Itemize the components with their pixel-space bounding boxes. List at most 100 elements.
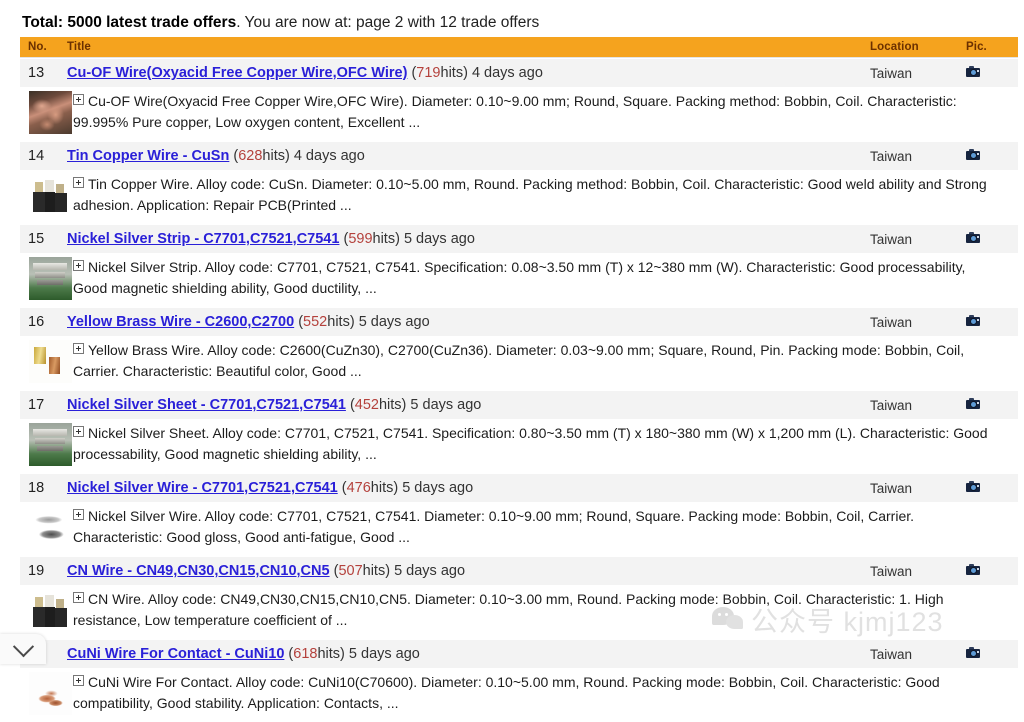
offer-hits-count: 552 bbox=[303, 314, 328, 330]
offer-location: Taiwan bbox=[870, 148, 913, 164]
offer-description: Nickel Silver Wire. Alloy code: C7701, C… bbox=[73, 508, 915, 545]
offer-hits-label: hits) bbox=[372, 231, 400, 247]
offer-hits-label: hits) bbox=[262, 148, 290, 164]
offer-age: 5 days ago bbox=[410, 397, 482, 413]
offer-pic-cell[interactable] bbox=[966, 396, 1018, 414]
offer-description: CN Wire. Alloy code: CN49,CN30,CN15,CN10… bbox=[73, 591, 944, 628]
offer-thumbnail-cell[interactable] bbox=[20, 506, 73, 549]
offer-head: 19 CN Wire - CN49,CN30,CN15,CN10,CN5 (50… bbox=[20, 556, 1018, 585]
table-row: 16 Yellow Brass Wire - C2600,C2700 (552h… bbox=[20, 307, 1018, 390]
column-header-pic[interactable]: Pic. bbox=[966, 41, 1018, 53]
offer-location: Taiwan bbox=[870, 480, 913, 496]
offer-title-link[interactable]: Nickel Silver Strip - C7701,C7521,C7541 bbox=[67, 231, 339, 247]
table-row: 17 Nickel Silver Sheet - C7701,C7521,C75… bbox=[20, 390, 1018, 473]
offer-thumbnail-cell[interactable] bbox=[20, 340, 73, 383]
offer-pic-cell[interactable] bbox=[966, 64, 1018, 82]
offer-description: Cu-OF Wire(Oxyacid Free Copper Wire,OFC … bbox=[73, 93, 957, 130]
offer-age: 5 days ago bbox=[394, 563, 466, 579]
offer-head: 20 CuNi Wire For Contact - CuNi10 (618hi… bbox=[20, 639, 1018, 668]
camera-icon[interactable] bbox=[966, 564, 980, 575]
thumbnail-cuni-wire-for-contact[interactable] bbox=[29, 672, 72, 715]
offer-body: Nickel Silver Strip. Alloy code: C7701, … bbox=[20, 253, 1018, 307]
camera-icon[interactable] bbox=[966, 481, 980, 492]
expand-plus-icon[interactable] bbox=[73, 343, 84, 354]
camera-icon[interactable] bbox=[966, 232, 980, 243]
scroll-down-button[interactable] bbox=[0, 634, 46, 664]
offer-title-link[interactable]: CN Wire - CN49,CN30,CN15,CN10,CN5 bbox=[67, 563, 330, 579]
offer-pic-cell[interactable] bbox=[966, 230, 1018, 248]
summary-total: Total: 5000 latest trade offers bbox=[22, 14, 237, 31]
expand-plus-icon[interactable] bbox=[73, 592, 84, 603]
offer-description: Nickel Silver Sheet. Alloy code: C7701, … bbox=[73, 425, 988, 462]
offer-description: Nickel Silver Strip. Alloy code: C7701, … bbox=[73, 259, 966, 296]
offer-description-cell: Yellow Brass Wire. Alloy code: C2600(CuZ… bbox=[73, 340, 1018, 382]
offer-pic-cell[interactable] bbox=[966, 562, 1018, 580]
offer-title-cell: CuNi Wire For Contact - CuNi10 (618hits)… bbox=[65, 646, 870, 662]
thumbnail-nickel-silver-sheet[interactable] bbox=[29, 423, 72, 466]
thumbnail-cu-of-wire[interactable] bbox=[29, 91, 72, 134]
offer-thumbnail-cell[interactable] bbox=[20, 672, 73, 715]
column-header-no[interactable]: No. bbox=[20, 41, 65, 53]
camera-icon[interactable] bbox=[966, 315, 980, 326]
offer-title-cell: Nickel Silver Wire - C7701,C7521,C7541 (… bbox=[65, 480, 870, 496]
offer-title-cell: Nickel Silver Sheet - C7701,C7521,C7541 … bbox=[65, 397, 870, 413]
offer-age: 5 days ago bbox=[348, 646, 420, 662]
column-header-title[interactable]: Title bbox=[65, 41, 870, 53]
offer-title-link[interactable]: Nickel Silver Sheet - C7701,C7521,C7541 bbox=[67, 397, 346, 413]
offer-hits-label: hits) bbox=[362, 563, 391, 579]
offer-number: 16 bbox=[28, 314, 45, 330]
offer-pic-cell[interactable] bbox=[966, 645, 1018, 663]
offer-number: 19 bbox=[28, 563, 45, 579]
expand-plus-icon[interactable] bbox=[73, 177, 84, 188]
offer-description-cell: Tin Copper Wire. Alloy code: CuSn. Diame… bbox=[73, 174, 1018, 216]
offer-title-link[interactable]: Nickel Silver Wire - C7701,C7521,C7541 bbox=[67, 480, 338, 496]
chevron-down-icon bbox=[12, 635, 34, 657]
thumbnail-nickel-silver-strip[interactable] bbox=[29, 257, 72, 300]
expand-plus-icon[interactable] bbox=[73, 509, 84, 520]
camera-icon[interactable] bbox=[966, 647, 980, 658]
offer-title-link[interactable]: Cu-OF Wire(Oxyacid Free Copper Wire,OFC … bbox=[67, 65, 407, 81]
offer-thumbnail-cell[interactable] bbox=[20, 589, 73, 632]
offer-age: 5 days ago bbox=[402, 480, 474, 496]
offer-hits-label: hits) bbox=[317, 646, 345, 662]
offer-hits-count: 452 bbox=[354, 397, 379, 413]
offer-body: CN Wire. Alloy code: CN49,CN30,CN15,CN10… bbox=[20, 585, 1018, 639]
thumbnail-nickel-silver-wire[interactable] bbox=[29, 506, 72, 549]
offer-thumbnail-cell[interactable] bbox=[20, 174, 73, 217]
expand-plus-icon[interactable] bbox=[73, 675, 84, 686]
offer-pic-cell[interactable] bbox=[966, 147, 1018, 165]
offer-age: 4 days ago bbox=[471, 65, 543, 81]
thumbnail-tin-copper-wire[interactable] bbox=[29, 174, 72, 217]
table-row: 15 Nickel Silver Strip - C7701,C7521,C75… bbox=[20, 224, 1018, 307]
expand-plus-icon[interactable] bbox=[73, 426, 84, 437]
camera-icon[interactable] bbox=[966, 149, 980, 160]
expand-plus-icon[interactable] bbox=[73, 94, 84, 105]
offer-pic-cell[interactable] bbox=[966, 313, 1018, 331]
offer-thumbnail-cell[interactable] bbox=[20, 257, 73, 300]
offer-description-cell: Nickel Silver Wire. Alloy code: C7701, C… bbox=[73, 506, 1018, 548]
offer-body: Yellow Brass Wire. Alloy code: C2600(CuZ… bbox=[20, 336, 1018, 390]
column-header-location[interactable]: Location bbox=[870, 41, 966, 53]
offer-title-link[interactable]: Yellow Brass Wire - C2600,C2700 bbox=[67, 314, 294, 330]
offer-location: Taiwan bbox=[870, 397, 913, 413]
offer-body: Nickel Silver Sheet. Alloy code: C7701, … bbox=[20, 419, 1018, 473]
offer-number: 18 bbox=[28, 480, 45, 496]
offer-thumbnail-cell[interactable] bbox=[20, 91, 73, 134]
table-row: 14 Tin Copper Wire - CuSn (628hits) 4 da… bbox=[20, 141, 1018, 224]
trade-offers-page: Total: 5000 latest trade offers. You are… bbox=[0, 0, 1024, 722]
offer-pic-cell[interactable] bbox=[966, 479, 1018, 497]
offer-title-link[interactable]: Tin Copper Wire - CuSn bbox=[67, 148, 229, 164]
offer-hits-count: 476 bbox=[346, 480, 371, 496]
thumbnail-cn-wire[interactable] bbox=[29, 589, 72, 632]
camera-icon[interactable] bbox=[966, 66, 980, 77]
offer-hits-count: 599 bbox=[348, 231, 373, 247]
offer-number: 17 bbox=[28, 397, 45, 413]
offer-description: Tin Copper Wire. Alloy code: CuSn. Diame… bbox=[73, 176, 987, 213]
thumbnail-yellow-brass-wire[interactable] bbox=[29, 340, 72, 383]
expand-plus-icon[interactable] bbox=[73, 260, 84, 271]
offer-number: 13 bbox=[28, 65, 45, 81]
offer-thumbnail-cell[interactable] bbox=[20, 423, 73, 466]
camera-icon[interactable] bbox=[966, 398, 980, 409]
offer-title-link[interactable]: CuNi Wire For Contact - CuNi10 bbox=[67, 646, 284, 662]
table-body: 13 Cu-OF Wire(Oxyacid Free Copper Wire,O… bbox=[20, 58, 1018, 722]
